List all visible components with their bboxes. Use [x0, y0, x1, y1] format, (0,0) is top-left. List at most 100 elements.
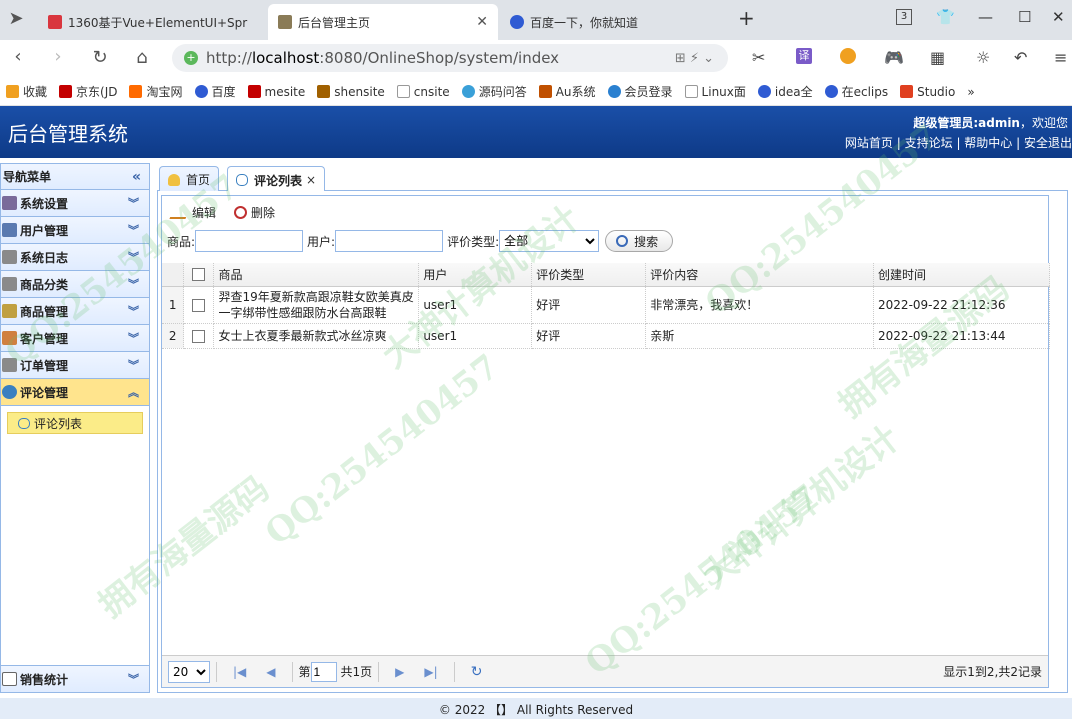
bookmark-favicon-icon [607, 85, 621, 98]
bookmark-item[interactable]: 百度 [194, 83, 236, 100]
back-icon[interactable]: ‹ [4, 46, 32, 67]
type-select[interactable]: 全部 [499, 230, 600, 252]
pager-divider [378, 661, 380, 682]
sidebar-item-orders[interactable]: 订单管理 ︾ [1, 352, 149, 379]
chevron-up-icon: ︽ [128, 386, 139, 399]
bookmark-item[interactable]: Au系统 [538, 83, 596, 100]
row-number: 1 [162, 286, 185, 324]
row-checkbox[interactable] [192, 329, 206, 343]
page-size-select[interactable]: 20 [168, 660, 210, 683]
bookmark-item[interactable]: 淘宝网 [129, 83, 183, 100]
select-all-checkbox[interactable] [192, 268, 206, 282]
bookmark-item[interactable]: Linux面 [684, 83, 746, 100]
minimize-icon[interactable]: — [978, 8, 993, 26]
product-search-input[interactable] [195, 230, 304, 252]
next-page-icon[interactable]: ▶ [395, 665, 404, 679]
log-icon [2, 250, 17, 264]
link-help[interactable]: 帮助中心 [964, 136, 1012, 150]
sidebar-item-customers[interactable]: 客户管理 ︾ [1, 325, 149, 352]
bookmark-item[interactable]: mesite [247, 85, 305, 99]
refresh-icon[interactable]: ↻ [471, 664, 483, 680]
undo-icon[interactable]: ↶ [1014, 48, 1027, 67]
table-row[interactable]: 1 羿查19年夏新款高跟凉鞋女欧美真皮一字绑带性感细跟防水台高跟鞋 user1 … [162, 286, 1050, 324]
shield-icon[interactable] [840, 48, 856, 64]
browser-logo-icon[interactable]: ➤ [2, 8, 30, 29]
new-tab-button[interactable]: + [738, 6, 755, 30]
col-header-product[interactable]: 商品 [213, 263, 420, 287]
product-icon [2, 304, 17, 318]
collapse-sidebar-icon[interactable]: « [132, 169, 141, 185]
table-header-row: 商品 用户 评价类型 评价内容 创建时间 [162, 263, 1050, 287]
sidebar-item-logs[interactable]: 系统日志 ︾ [1, 244, 149, 271]
search-button[interactable]: 搜索 [605, 230, 674, 252]
customers-icon [2, 331, 17, 345]
url-field[interactable]: + http://localhost:8080/OnlineShop/syste… [172, 44, 728, 72]
sidebar-item-products[interactable]: 商品管理 ︾ [1, 298, 149, 325]
close-tab-icon[interactable]: × [306, 173, 316, 187]
bookmark-item[interactable]: 京东(JD [59, 83, 117, 100]
tools-icon [2, 196, 17, 210]
browser-tab-2[interactable]: 后台管理主页 ✕ [268, 4, 498, 40]
sidebar-item-comments[interactable]: 评论管理 ︽ [1, 379, 149, 406]
apps-grid-icon[interactable]: ▦ [930, 48, 945, 67]
bookmark-item[interactable]: Studio [900, 85, 955, 99]
chevron-down-icon: ︾ [128, 197, 139, 210]
sidebar-item-system-settings[interactable]: 系统设置 ︾ [1, 190, 149, 217]
sidebar-item-sales-stats[interactable]: 销售统计 ︾ [1, 665, 149, 692]
tab-favicon-icon [278, 15, 292, 29]
link-site-home[interactable]: 网站首页 [845, 136, 893, 150]
bookmark-label: Studio [917, 84, 956, 99]
bookmark-item[interactable]: 在eclips [824, 83, 888, 100]
tab-home[interactable]: 首页 [159, 166, 220, 192]
col-header-content[interactable]: 评价内容 [645, 263, 875, 287]
maximize-icon[interactable]: ☐ [1018, 8, 1031, 26]
browser-tab-1[interactable]: 1360基于Vue+ElementUI+Spr [38, 4, 266, 40]
url-actions-icon[interactable]: ⊞ ⚡ ⌄ [675, 51, 714, 66]
table-row[interactable]: 2 女士上衣夏季最新款式冰丝凉爽 user1 好评 亲斯 2022-09-22 … [162, 323, 1050, 349]
close-window-icon[interactable]: ✕ [1052, 8, 1065, 26]
bookmark-label: 淘宝网 [146, 85, 183, 99]
first-page-icon[interactable]: |◀ [233, 665, 246, 679]
brightness-icon[interactable]: ☼ [976, 48, 990, 67]
panel-tabs: 首页 评论列表 × [157, 163, 1068, 193]
col-header-created[interactable]: 创建时间 [873, 263, 1050, 287]
search-button-label: 搜索 [634, 234, 659, 249]
sidebar-item-label: 订单管理 [20, 358, 69, 373]
home-icon[interactable]: ⌂ [128, 47, 156, 68]
sidebar-subitem-comment-list[interactable]: 评论列表 [7, 412, 143, 434]
site-info-icon[interactable]: + [184, 51, 198, 65]
delete-button[interactable]: 删除 [234, 204, 275, 221]
sidebar-item-users[interactable]: 用户管理 ︾ [1, 217, 149, 244]
edit-button[interactable]: 编辑 [169, 204, 216, 221]
prev-page-icon[interactable]: ◀ [266, 665, 275, 679]
menu-icon[interactable]: ≡ [1054, 48, 1067, 67]
last-page-icon[interactable]: ▶| [424, 665, 437, 679]
col-header-type[interactable]: 评价类型 [531, 263, 647, 287]
cut-icon[interactable]: ✂ [752, 48, 765, 67]
link-logout[interactable]: 安全退出 [1024, 136, 1072, 150]
col-header-user[interactable]: 用户 [418, 263, 533, 287]
sidebar-item-categories[interactable]: 商品分类 ︾ [1, 271, 149, 298]
link-forum[interactable]: 支持论坛 [905, 136, 953, 150]
bookmark-item[interactable]: shensite [317, 85, 385, 99]
tab-comment-list[interactable]: 评论列表 × [227, 166, 326, 193]
shirt-icon[interactable]: 👕 [936, 8, 955, 26]
page-number-input[interactable] [310, 661, 337, 682]
bookmarks-more[interactable]: » [967, 85, 974, 99]
tab-count-badge[interactable]: 3 [896, 9, 912, 25]
browser-tab-3[interactable]: 百度一下，你就知道 [500, 4, 726, 40]
category-icon [2, 277, 17, 291]
bookmark-item[interactable]: 收藏 [6, 83, 47, 100]
reload-icon[interactable]: ↻ [86, 47, 114, 68]
sidebar-item-label: 客户管理 [20, 331, 69, 346]
bookmark-item[interactable]: 源码问答 [461, 83, 527, 100]
game-icon[interactable]: 🎮 [884, 48, 904, 67]
close-tab-icon[interactable]: ✕ [476, 14, 488, 30]
row-checkbox[interactable] [192, 298, 206, 312]
bookmark-item[interactable]: idea全 [757, 83, 813, 100]
translate-icon[interactable]: 译 [796, 48, 812, 64]
user-search-input[interactable] [335, 230, 444, 252]
bookmark-item[interactable]: cnsite [396, 85, 450, 99]
forward-icon[interactable]: › [44, 46, 72, 67]
bookmark-item[interactable]: 会员登录 [607, 83, 673, 100]
